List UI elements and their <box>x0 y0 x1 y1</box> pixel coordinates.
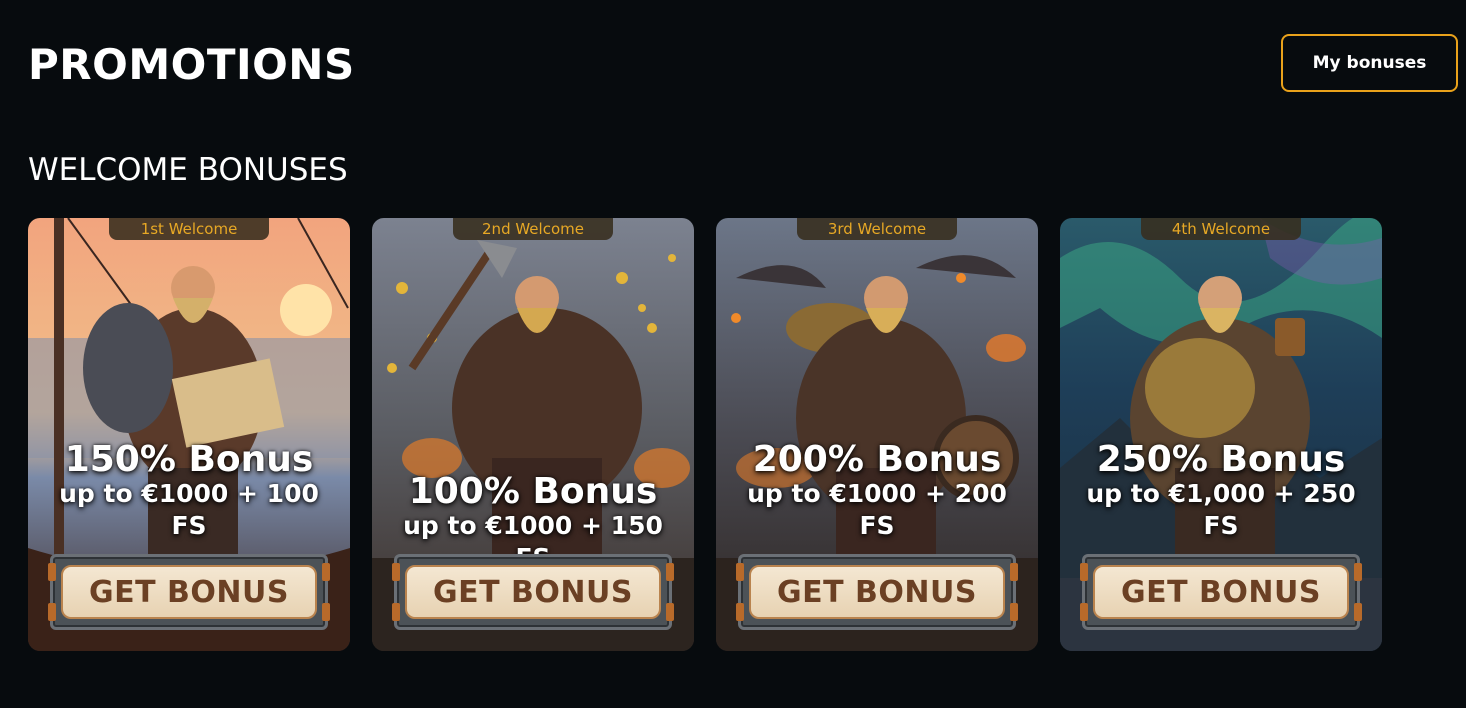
rivet-icon <box>666 603 674 621</box>
bonus-headline: 200% Bonus <box>752 439 1002 480</box>
get-bonus-label: GET BONUS <box>405 565 661 619</box>
get-bonus-button[interactable]: GET BONUS <box>736 554 1018 630</box>
rivet-icon <box>48 603 56 621</box>
rivet-icon <box>666 563 674 581</box>
card-tag: 2nd Welcome <box>453 218 613 240</box>
page-title: PROMOTIONS <box>28 40 355 89</box>
rivet-icon <box>1080 563 1088 581</box>
get-bonus-label: GET BONUS <box>749 565 1005 619</box>
bonus-card-1[interactable]: 1st Welcome 150% Bonus up to €1000 + 100… <box>28 218 350 651</box>
bonus-offer: 250% Bonus up to €1,000 + 250 FS <box>1060 442 1382 542</box>
rivet-icon <box>392 603 400 621</box>
rivet-icon <box>48 563 56 581</box>
rivet-icon <box>1010 603 1018 621</box>
bonus-card-2[interactable]: 2nd Welcome 100% Bonus up to €1000 + 150… <box>372 218 694 651</box>
get-bonus-button[interactable]: GET BONUS <box>1080 554 1362 630</box>
rivet-icon <box>322 563 330 581</box>
get-bonus-label: GET BONUS <box>1093 565 1349 619</box>
bonus-subline: up to €1000 + 200 FS <box>747 479 1007 540</box>
card-tag: 1st Welcome <box>109 218 269 240</box>
rivet-icon <box>1080 603 1088 621</box>
get-bonus-label: GET BONUS <box>61 565 317 619</box>
rivet-icon <box>736 603 744 621</box>
bonus-subline: up to €1,000 + 250 FS <box>1086 479 1356 540</box>
bonus-offer: 150% Bonus up to €1000 + 100 FS <box>28 442 350 542</box>
card-tag: 3rd Welcome <box>797 218 957 240</box>
rivet-icon <box>392 563 400 581</box>
card-tag: 4th Welcome <box>1141 218 1301 240</box>
get-bonus-button[interactable]: GET BONUS <box>48 554 330 630</box>
rivet-icon <box>1354 603 1362 621</box>
bonus-card-4[interactable]: 4th Welcome 250% Bonus up to €1,000 + 25… <box>1060 218 1382 651</box>
my-bonuses-button[interactable]: My bonuses <box>1281 34 1458 92</box>
section-title-welcome-bonuses: WELCOME BONUSES <box>28 152 348 188</box>
rivet-icon <box>1354 563 1362 581</box>
bonus-headline: 100% Bonus <box>408 471 658 512</box>
bonus-headline: 250% Bonus <box>1096 439 1346 480</box>
bonus-headline: 150% Bonus <box>64 439 314 480</box>
get-bonus-button[interactable]: GET BONUS <box>392 554 674 630</box>
bonus-offer: 200% Bonus up to €1000 + 200 FS <box>716 442 1038 542</box>
rivet-icon <box>1010 563 1018 581</box>
rivet-icon <box>322 603 330 621</box>
bonus-subline: up to €1000 + 100 FS <box>59 479 319 540</box>
rivet-icon <box>736 563 744 581</box>
bonus-card-3[interactable]: 3rd Welcome 200% Bonus up to €1000 + 200… <box>716 218 1038 651</box>
